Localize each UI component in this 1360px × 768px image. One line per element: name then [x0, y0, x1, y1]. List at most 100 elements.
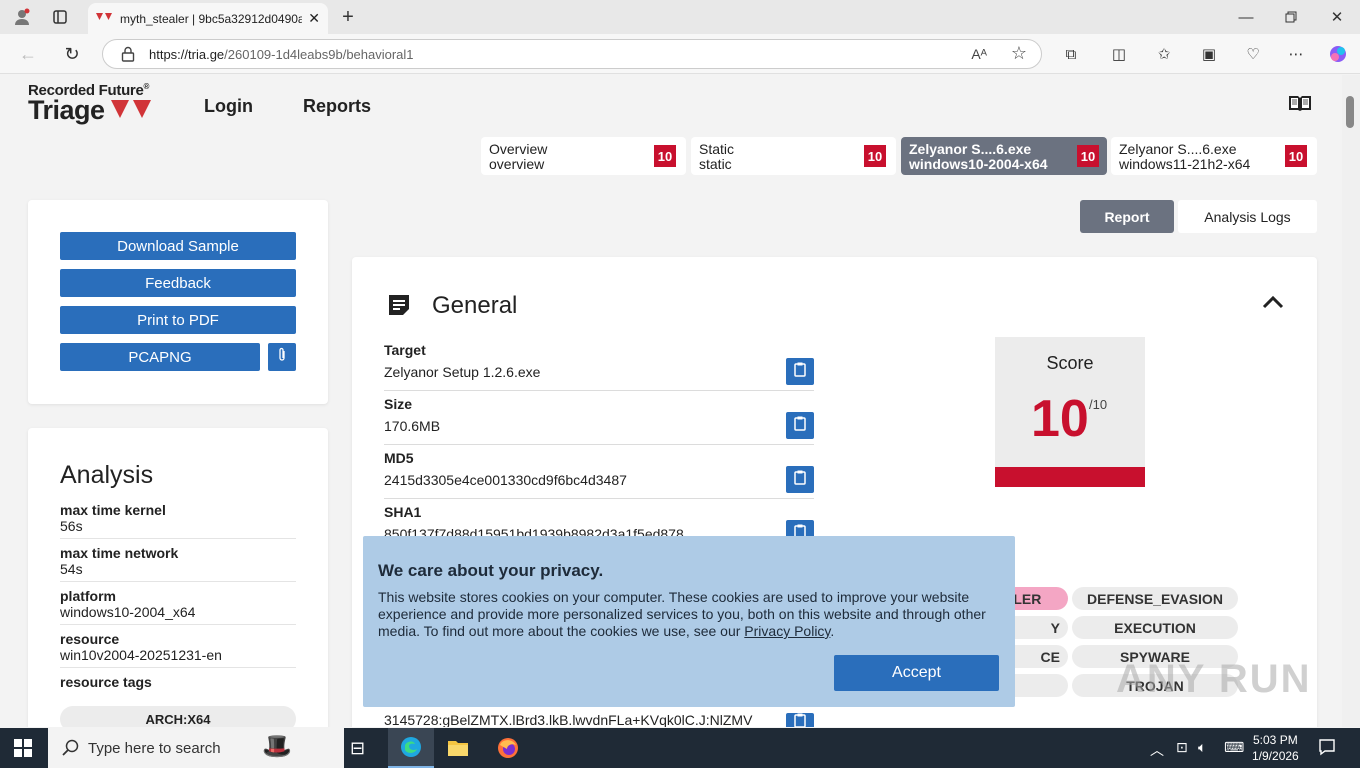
nav-reports-link[interactable]: Reports [303, 96, 371, 117]
collapse-chevron-up-icon[interactable] [1262, 295, 1284, 314]
tab-static-line1: Static [699, 141, 735, 157]
clock-date: 1/9/2026 [1252, 749, 1299, 763]
tab-behavioral2[interactable]: Zelyanor S....6.exe windows11-21h2-x64 1… [1111, 137, 1317, 175]
scrollbar-thumb[interactable] [1346, 96, 1354, 128]
analysis-row-value: 54s [60, 561, 83, 577]
extensions-icon[interactable]: ⧉ [1061, 44, 1081, 64]
report-view-button[interactable]: Report [1080, 200, 1174, 233]
clipboard-icon [794, 470, 806, 490]
field-md5: MD5 2415d3305e4ce001330cd9f6bc4d3487 [384, 450, 814, 499]
tab-overview[interactable]: Overview overview 10 [481, 137, 686, 175]
analysis-title: Analysis [60, 461, 154, 489]
collections-icon[interactable]: ▣ [1199, 44, 1219, 64]
analysis-row-value: windows10-2004_x64 [60, 604, 196, 620]
profile-icon[interactable] [12, 7, 32, 27]
download-sample-button[interactable]: Download Sample [60, 232, 296, 260]
notifications-icon[interactable] [1318, 738, 1336, 761]
nav-login-link[interactable]: Login [204, 96, 253, 117]
tab-behavioral1-line1: Zelyanor S....6.exe [909, 141, 1032, 157]
score-box: Score 10 /10 [995, 337, 1145, 487]
clipboard-icon [794, 713, 806, 727]
field-value: Zelyanor Setup 1.2.6.exe [384, 364, 541, 380]
analysis-row-label: resource tags [60, 674, 152, 690]
favorites-icon[interactable]: ✩ [1154, 44, 1174, 64]
tab-overview-line2: overview [489, 156, 545, 172]
url-path: /260109-1d4leabs9b/behavioral1 [224, 46, 414, 62]
field-label: MD5 [384, 450, 414, 466]
minimize-icon[interactable]: — [1236, 7, 1256, 27]
back-icon[interactable]: ← [18, 44, 38, 64]
analysis-row-label: platform [60, 588, 116, 604]
copilot-icon[interactable] [1328, 44, 1348, 64]
windows-start-icon[interactable] [14, 739, 32, 762]
field-size: Size 170.6MB [384, 396, 814, 445]
firefox-icon[interactable] [497, 737, 519, 764]
cookie-period: . [830, 623, 835, 639]
tray-chevron-up-icon[interactable]: ︿ [1150, 740, 1164, 760]
network-status-icon[interactable]: ⊡ [1176, 739, 1188, 756]
edge-taskbar-icon[interactable] [388, 728, 434, 768]
pcapng-button[interactable]: PCAPNG [60, 343, 260, 371]
lock-icon [121, 46, 135, 65]
close-window-icon[interactable]: ✕ [1327, 7, 1347, 27]
score-bar [995, 467, 1145, 487]
copy-ssdeep-button[interactable] [786, 713, 814, 727]
actions-card: Download Sample Feedback Print to PDF PC… [28, 200, 328, 404]
volume-icon[interactable]: 🔈︎ [1198, 739, 1206, 756]
tab-actions-icon[interactable] [50, 7, 70, 27]
task-view-icon[interactable]: ⊟ [350, 738, 365, 759]
clipboard-icon [794, 362, 806, 382]
restore-icon[interactable] [1281, 7, 1301, 27]
feedback-button[interactable]: Feedback [60, 269, 296, 297]
refresh-icon[interactable]: ↻ [62, 44, 82, 64]
analysis-row: platform windows10-2004_x64 [60, 588, 296, 625]
general-note-icon [386, 292, 412, 323]
clock-time: 5:03 PM [1253, 733, 1298, 747]
copy-target-button[interactable] [786, 358, 814, 385]
more-menu-icon[interactable]: ⋯ [1286, 44, 1306, 64]
print-pdf-button[interactable]: Print to PDF [60, 306, 296, 334]
docs-book-icon[interactable] [1288, 94, 1312, 117]
new-tab-icon[interactable]: + [338, 6, 358, 28]
score-label: Score [1046, 353, 1094, 373]
tab-static[interactable]: Static static 10 [691, 137, 896, 175]
tab-behavioral2-line1: Zelyanor S....6.exe [1119, 141, 1237, 157]
general-title: General [432, 292, 518, 319]
browser-tab-active[interactable]: myth_stealer | 9bc5a32912d0490a ✕ [88, 3, 328, 34]
anyrun-watermark: ANY RUN [1116, 657, 1312, 701]
search-icon [62, 739, 80, 761]
split-screen-icon[interactable]: ◫ [1109, 44, 1129, 64]
close-tab-icon[interactable]: ✕ [308, 10, 320, 27]
page-scrollbar[interactable] [1342, 75, 1360, 727]
copy-size-button[interactable] [786, 412, 814, 439]
taskbar-search-box[interactable]: Type here to search 🎩 [48, 728, 344, 768]
taskbar-clock[interactable]: 5:03 PM 1/9/2026 [1252, 732, 1299, 764]
recorded-future-logo[interactable]: Recorded Future® Triage [28, 82, 153, 126]
url-field[interactable]: https://tria.ge/260109-1d4leabs9b/behavi… [102, 39, 1042, 69]
field-target: Target Zelyanor Setup 1.2.6.exe [384, 342, 814, 391]
keyboard-layout-icon[interactable]: ⌨ [1224, 739, 1244, 756]
analysis-logs-button[interactable]: Analysis Logs [1178, 200, 1317, 233]
taskbar-search-placeholder: Type here to search [88, 739, 221, 757]
tab-overview-line1: Overview [489, 141, 548, 157]
triage-favicon-icon [96, 11, 112, 27]
resource-tag-badge: ARCH:X64 [60, 706, 296, 727]
privacy-policy-link[interactable]: Privacy Policy [744, 623, 830, 639]
copy-md5-button[interactable] [786, 466, 814, 493]
search-highlight-icon: 🎩 [262, 733, 292, 760]
analysis-row: resource win10v2004-20251231-en [60, 631, 296, 668]
browser-essentials-icon[interactable]: ♡ [1243, 44, 1263, 64]
tab-behavioral1[interactable]: Zelyanor S....6.exe windows10-2004-x64 1… [901, 137, 1107, 175]
field-label: Size [384, 396, 413, 412]
read-aloud-icon[interactable]: Aᴬ [971, 46, 987, 62]
browser-tab-bar: myth_stealer | 9bc5a32912d0490a ✕ + — ✕ [0, 0, 1360, 34]
tag-badge[interactable]: DEFENSE_EVASION [1072, 587, 1238, 610]
attachment-button[interactable] [268, 343, 296, 371]
analysis-row-value: 56s [60, 518, 83, 534]
analysis-row-label: max time network [60, 545, 179, 561]
favorite-star-icon[interactable]: ☆ [1011, 43, 1027, 64]
tag-badge[interactable]: EXECUTION [1072, 616, 1238, 639]
accept-cookies-button[interactable]: Accept [834, 655, 999, 691]
tab-behavioral1-score: 10 [1077, 145, 1099, 167]
file-explorer-icon[interactable] [447, 738, 469, 763]
